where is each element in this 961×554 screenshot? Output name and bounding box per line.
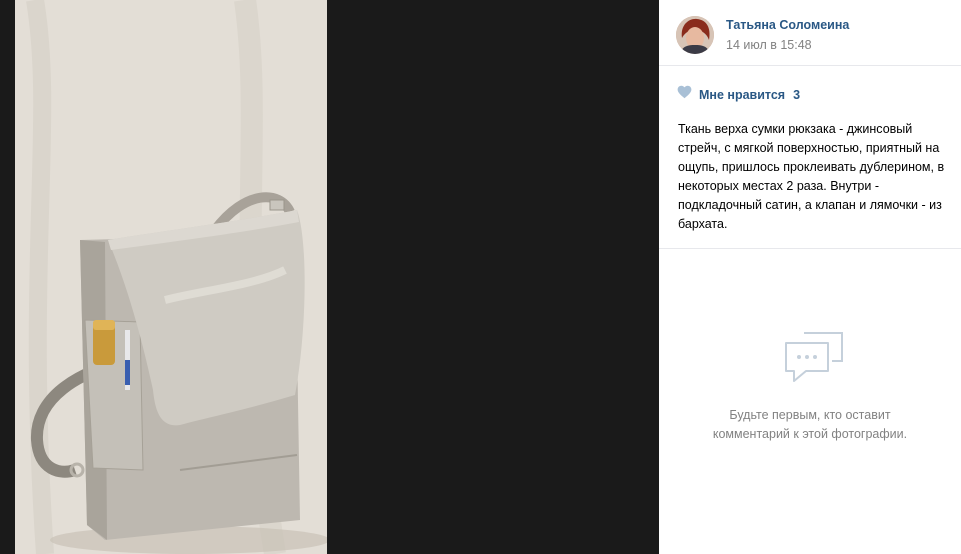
author-avatar[interactable] (676, 16, 714, 54)
heart-icon (677, 85, 692, 104)
chat-bubbles-icon (782, 327, 846, 392)
photo-description: Ткань верха сумки рюкзака - джинсовый ст… (678, 122, 945, 231)
author-name[interactable]: Татьяна Соломеина (726, 18, 849, 32)
photo-viewer (0, 0, 659, 554)
avatar-image (676, 16, 714, 54)
like-label: Мне нравится (699, 87, 786, 102)
author-header: Татьяна Соломеина 14 июл в 15:48 (659, 0, 961, 66)
empty-comments-text: Будьте первым, кто оставит комментарий к… (712, 408, 908, 441)
like-button[interactable]: Мне нравится 3 (677, 85, 800, 104)
divider (659, 248, 961, 249)
photo[interactable] (15, 0, 327, 554)
like-count[interactable]: 3 (793, 88, 800, 102)
photo-info-panel: Татьяна Соломеина 14 июл в 15:48 Мне нра… (659, 0, 961, 554)
backpack-photo-illustration (15, 0, 327, 554)
post-date[interactable]: 14 июл в 15:48 (726, 38, 812, 52)
